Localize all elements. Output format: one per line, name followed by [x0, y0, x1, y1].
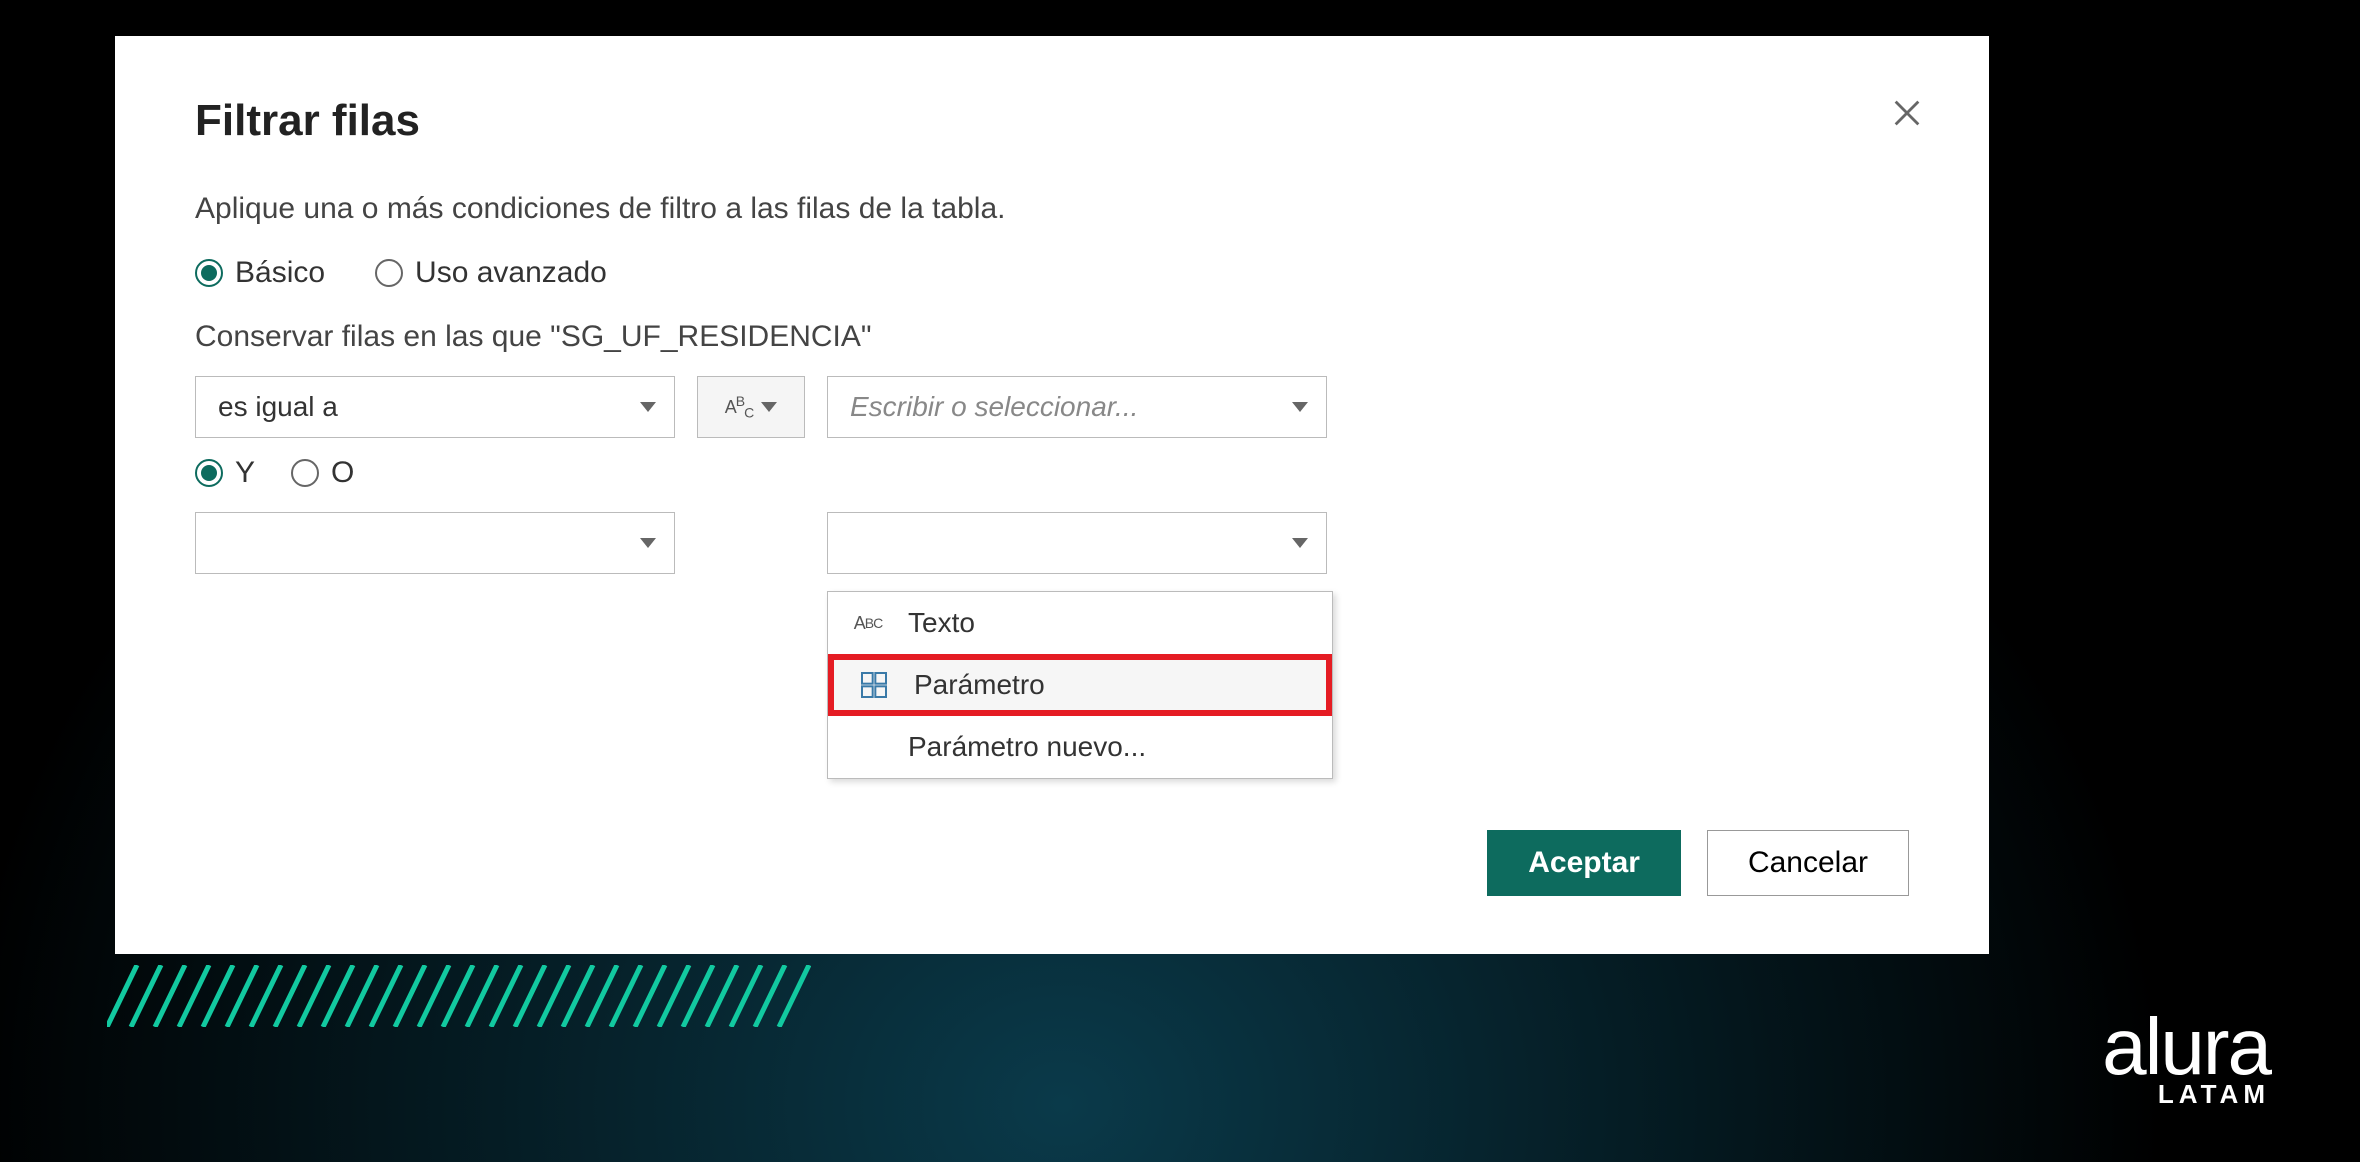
chevron-down-icon	[640, 538, 656, 548]
value-type-dropdown[interactable]: ABC	[697, 376, 805, 438]
menu-item-text-label: Texto	[908, 607, 975, 639]
brand-name: alura	[2102, 1011, 2270, 1083]
dialog-footer-buttons: Aceptar Cancelar	[1487, 830, 1909, 896]
menu-item-new-parameter-label: Parámetro nuevo...	[908, 731, 1146, 763]
parameter-icon	[854, 669, 894, 701]
dialog-subtitle: Aplique una o más condiciones de filtro …	[195, 192, 1909, 226]
filter-condition-row-2	[195, 512, 1909, 574]
chevron-down-icon	[1292, 538, 1308, 548]
filter-condition-row-1: es igual a ABC Escribir o seleccionar...	[195, 376, 1909, 438]
value-placeholder: Escribir o seleccionar...	[850, 391, 1138, 423]
abc-text-icon: ABC	[725, 394, 753, 420]
radio-or[interactable]: O	[291, 456, 354, 490]
keep-rows-label: Conservar filas en las que "SG_UF_RESIDE…	[195, 320, 1909, 354]
accept-button[interactable]: Aceptar	[1487, 830, 1681, 896]
operator-dropdown[interactable]: es igual a	[195, 376, 675, 438]
radio-indicator-icon	[291, 459, 319, 487]
operator-dropdown-2[interactable]	[195, 512, 675, 574]
brand-logo: alura LATAM	[2102, 1011, 2270, 1110]
radio-and[interactable]: Y	[195, 456, 255, 490]
menu-item-parameter[interactable]: Parámetro	[828, 654, 1332, 716]
chevron-down-icon	[1292, 402, 1308, 412]
menu-item-parameter-label: Parámetro	[914, 669, 1045, 701]
radio-basic-label: Básico	[235, 256, 325, 290]
menu-item-text[interactable]: ABC Texto	[828, 592, 1332, 654]
filter-rows-dialog: Filtrar filas Aplique una o más condicio…	[115, 36, 1989, 954]
filter-mode-radiogroup: Básico Uso avanzado	[195, 256, 1909, 290]
radio-advanced-label: Uso avanzado	[415, 256, 607, 290]
dialog-title: Filtrar filas	[195, 96, 1909, 146]
value-dropdown-2[interactable]	[827, 512, 1327, 574]
value-type-menu: ABC Texto Parámetro Parámetro nuevo...	[827, 591, 1333, 779]
radio-indicator-icon	[195, 259, 223, 287]
decorative-hatching	[107, 965, 811, 1027]
radio-advanced[interactable]: Uso avanzado	[375, 256, 607, 290]
chevron-down-icon	[761, 402, 777, 412]
logic-operator-radiogroup: Y O	[195, 456, 1909, 490]
radio-basic[interactable]: Básico	[195, 256, 325, 290]
value-dropdown[interactable]: Escribir o seleccionar...	[827, 376, 1327, 438]
radio-indicator-icon	[195, 459, 223, 487]
close-icon[interactable]	[1890, 96, 1924, 130]
abc-text-icon: ABC	[848, 614, 888, 632]
radio-or-label: O	[331, 456, 354, 490]
operator-value: es igual a	[218, 391, 338, 423]
chevron-down-icon	[640, 402, 656, 412]
menu-item-new-parameter[interactable]: Parámetro nuevo...	[828, 716, 1332, 778]
radio-and-label: Y	[235, 456, 255, 490]
cancel-button[interactable]: Cancelar	[1707, 830, 1909, 896]
radio-indicator-icon	[375, 259, 403, 287]
